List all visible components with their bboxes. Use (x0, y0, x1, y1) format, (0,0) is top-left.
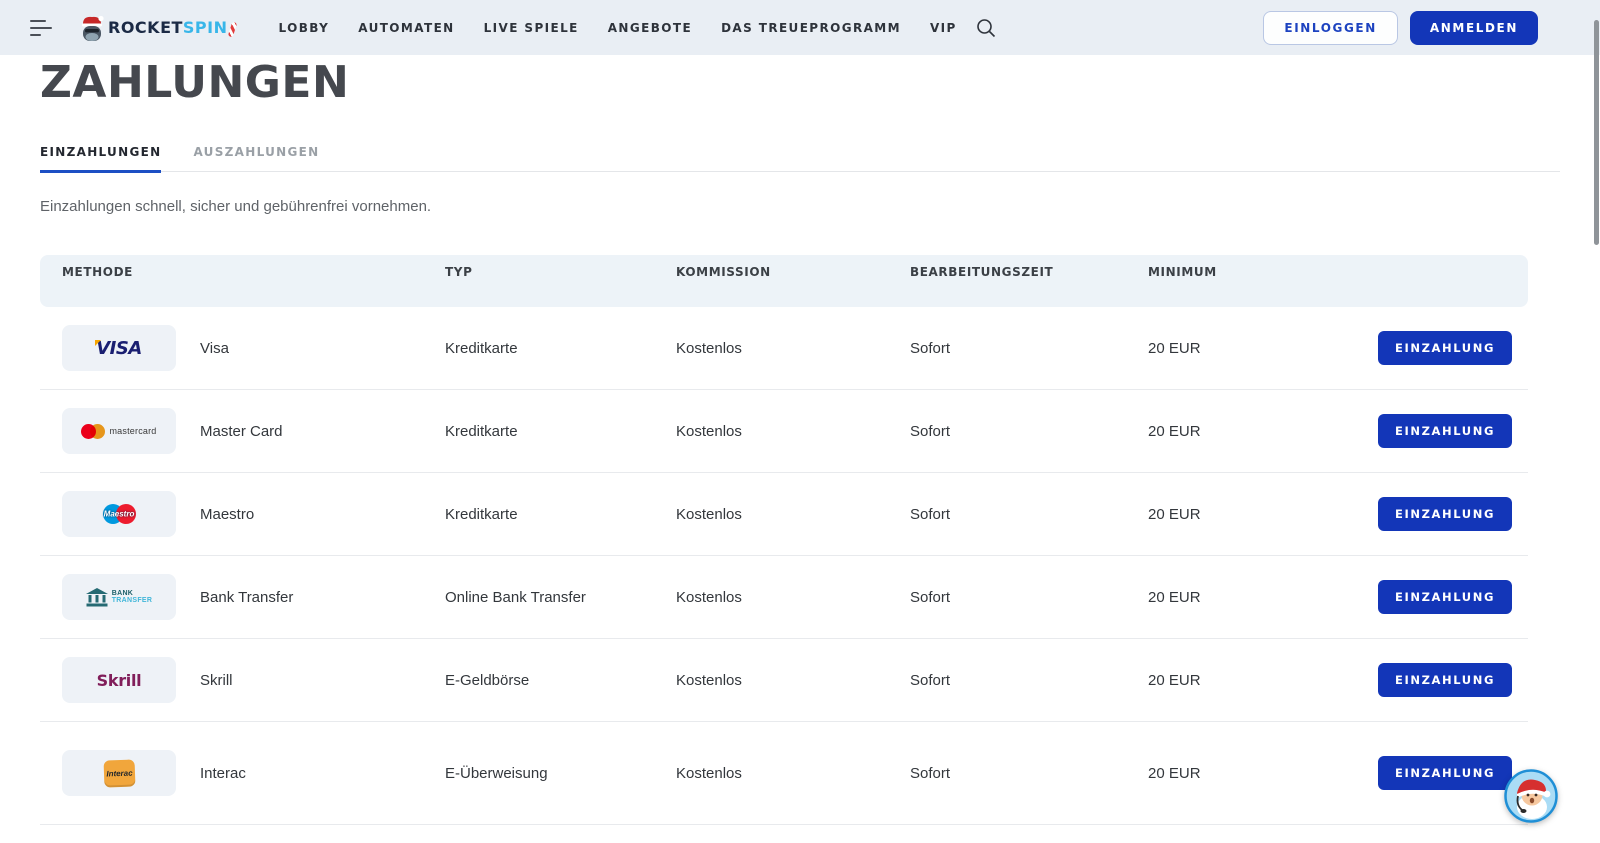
table-row: mastercard Master CardKreditkarteKostenlo… (40, 390, 1528, 473)
bank-transfer-logo-icon: BANKTRANSFER (86, 588, 153, 607)
method-minimum: 20 EUR (1148, 672, 1394, 689)
method-type: Online Bank Transfer (445, 589, 676, 606)
nav-item-live-spiele[interactable]: LIVE SPIELE (484, 21, 579, 35)
method-minimum: 20 EUR (1148, 589, 1394, 606)
column-header-minimum: MINIMUM (1148, 265, 1394, 279)
method-processing-time: Sofort (910, 506, 1148, 523)
payment-logo-tile: Maestro (62, 491, 176, 537)
column-header-typ: TYP (445, 265, 676, 279)
table-row: InteracInteracE-ÜberweisungKostenlosSofo… (40, 722, 1528, 825)
deposit-button[interactable]: EINZAHLUNG (1378, 331, 1512, 365)
page-description: Einzahlungen schnell, sicher und gebühre… (40, 198, 1528, 215)
signup-button[interactable]: ANMELDEN (1410, 11, 1538, 45)
deposit-button[interactable]: EINZAHLUNG (1378, 756, 1512, 790)
hamburger-menu-icon[interactable] (30, 20, 54, 36)
deposit-button[interactable]: EINZAHLUNG (1378, 414, 1512, 448)
method-type: Kreditkarte (445, 340, 676, 357)
deposit-button[interactable]: EINZAHLUNG (1378, 497, 1512, 531)
main-nav: LOBBY AUTOMATEN LIVE SPIELE ANGEBOTE DAS… (279, 21, 957, 35)
top-navigation-bar: ROCKETSPIN LOBBY AUTOMATEN LIVE SPIELE A… (0, 0, 1600, 55)
login-button[interactable]: EINLOGGEN (1263, 11, 1397, 45)
payment-logo-tile: BANKTRANSFER (62, 574, 176, 620)
brand-logo[interactable]: ROCKETSPIN (80, 14, 235, 42)
method-commission: Kostenlos (676, 765, 910, 782)
method-name: Interac (200, 765, 445, 782)
method-type: E-Überweisung (445, 765, 676, 782)
tab-auszahlungen[interactable]: AUSZAHLUNGEN (193, 145, 319, 171)
payment-logo-tile: Interac (62, 750, 176, 796)
table-row: BANKTRANSFER Bank TransferOnline Bank Tra… (40, 556, 1528, 639)
payments-page: ZAHLUNGEN EINZAHLUNGEN AUSZAHLUNGEN Einz… (40, 55, 1528, 825)
payment-logo-tile: mastercard (62, 408, 176, 454)
method-commission: Kostenlos (676, 340, 910, 357)
auth-buttons: EINLOGGEN ANMELDEN (1263, 11, 1538, 45)
method-minimum: 20 EUR (1148, 423, 1394, 440)
method-type: E-Geldbörse (445, 672, 676, 689)
tab-einzahlungen[interactable]: EINZAHLUNGEN (40, 145, 161, 173)
candy-cane-icon (227, 22, 236, 38)
nav-item-angebote[interactable]: ANGEBOTE (608, 21, 692, 35)
method-processing-time: Sofort (910, 589, 1148, 606)
nav-item-vip[interactable]: VIP (930, 21, 957, 35)
method-processing-time: Sofort (910, 672, 1148, 689)
column-header-kommission: KOMMISSION (676, 265, 910, 279)
visa-logo-icon: VISA (96, 338, 142, 359)
gorilla-santa-icon (80, 14, 104, 42)
method-commission: Kostenlos (676, 423, 910, 440)
table-header-row: METHODE TYP KOMMISSION BEARBEITUNGSZEIT … (40, 255, 1528, 307)
method-processing-time: Sofort (910, 340, 1148, 357)
interac-logo-icon: Interac (103, 759, 135, 787)
method-commission: Kostenlos (676, 672, 910, 689)
table-row: SkrillSkrillE-GeldbörseKostenlosSofort20… (40, 639, 1528, 722)
column-header-bearbeitungszeit: BEARBEITUNGSZEIT (910, 265, 1148, 279)
method-minimum: 20 EUR (1148, 765, 1394, 782)
deposit-button[interactable]: EINZAHLUNG (1378, 663, 1512, 697)
santa-headset-icon (1504, 769, 1558, 823)
method-commission: Kostenlos (676, 506, 910, 523)
page-title: ZAHLUNGEN (40, 59, 1528, 107)
live-chat-widget[interactable] (1504, 769, 1558, 823)
payments-table: METHODE TYP KOMMISSION BEARBEITUNGSZEIT … (40, 255, 1528, 825)
brand-wordmark: ROCKETSPIN (108, 18, 228, 37)
method-processing-time: Sofort (910, 423, 1148, 440)
maestro-logo-icon: Maestro (103, 504, 136, 524)
table-row: VISA VisaKreditkarteKostenlosSofort20 EUR… (40, 307, 1528, 390)
method-name: Skrill (200, 672, 445, 689)
method-commission: Kostenlos (676, 589, 910, 606)
nav-item-treueprogramm[interactable]: DAS TREUEPROGRAMM (721, 21, 901, 35)
skrill-logo-icon: Skrill (97, 671, 142, 690)
payments-tabs: EINZAHLUNGEN AUSZAHLUNGEN (40, 145, 1560, 172)
search-icon[interactable] (975, 17, 997, 39)
table-row: MaestroMaestroKreditkarteKostenlosSofort… (40, 473, 1528, 556)
column-header-methode: METHODE (62, 265, 445, 279)
method-name: Bank Transfer (200, 589, 445, 606)
nav-item-lobby[interactable]: LOBBY (279, 21, 330, 35)
method-minimum: 20 EUR (1148, 340, 1394, 357)
method-type: Kreditkarte (445, 423, 676, 440)
payments-table-body: VISAVisaKreditkarteKostenlosSofort20 EUR… (40, 307, 1528, 825)
nav-item-automaten[interactable]: AUTOMATEN (358, 21, 454, 35)
method-type: Kreditkarte (445, 506, 676, 523)
payment-logo-tile: Skrill (62, 657, 176, 703)
method-name: Master Card (200, 423, 445, 440)
payment-logo-tile: VISA (62, 325, 176, 371)
method-name: Visa (200, 340, 445, 357)
method-processing-time: Sofort (910, 765, 1148, 782)
mastercard-logo-icon: mastercard (81, 424, 156, 439)
scrollbar-thumb[interactable] (1594, 20, 1599, 245)
method-minimum: 20 EUR (1148, 506, 1394, 523)
method-name: Maestro (200, 506, 445, 523)
deposit-button[interactable]: EINZAHLUNG (1378, 580, 1512, 614)
